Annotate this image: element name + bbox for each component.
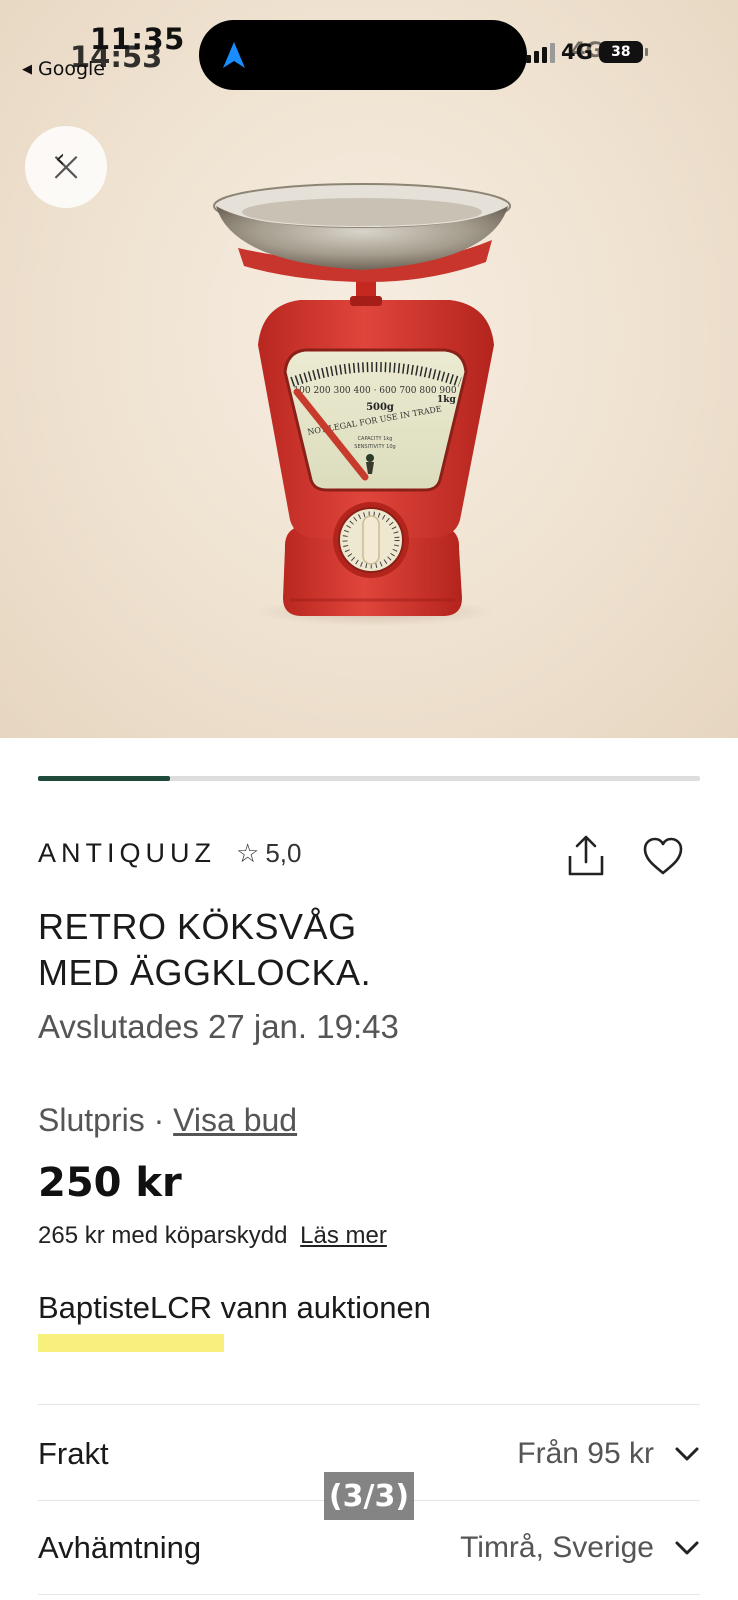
back-chevron-icon: ‹ (55, 144, 66, 174)
heart-icon[interactable] (642, 836, 684, 876)
star-icon: ☆ (236, 838, 260, 868)
page-counter: (3/3) (324, 1472, 414, 1520)
final-price-label: Slutpris (38, 1102, 145, 1138)
auction-ended-text: Avslutades 27 jan. 19:43 (38, 1008, 399, 1045)
product-image[interactable]: 100 200 300 400 · 600 700 800 900 500g 1… (0, 0, 738, 738)
read-more-link[interactable]: Läs mer (300, 1222, 387, 1249)
pickup-row[interactable]: Avhämtning Timrå, Sverige (38, 1522, 700, 1574)
final-price-label-row: Slutpris · Visa bud (38, 1102, 297, 1139)
auction-winner-text: BaptisteLCR vann auktionen (38, 1290, 431, 1325)
product-title: RETRO KÖKSVÅG MED ÄGGKLOCKA. (38, 904, 678, 996)
seller-name[interactable]: ANTIQUUZ (38, 838, 216, 869)
close-icon: × (47, 141, 85, 192)
network-label: 4G 4G (561, 38, 603, 64)
divider (38, 1404, 700, 1405)
product-title-line-2: MED ÄGGKLOCKA. (38, 952, 372, 993)
shipping-value: Från 95 kr (517, 1437, 654, 1470)
back-app-label: Google (38, 58, 106, 80)
pickup-label: Avhämtning (38, 1530, 202, 1565)
kitchen-scale-photo: 100 200 300 400 · 600 700 800 900 500g 1… (213, 183, 511, 626)
final-price: 250 kr (38, 1160, 182, 1206)
show-bids-link[interactable]: Visa bud (173, 1102, 297, 1138)
signal-icon (526, 41, 555, 63)
dynamic-island (199, 20, 527, 90)
battery-icon: 38 (598, 41, 648, 63)
shipping-label: Frakt (38, 1436, 109, 1471)
winner-highlight (38, 1334, 224, 1352)
chevron-down-icon (675, 1541, 699, 1555)
close-button[interactable]: ‹ × (25, 126, 107, 208)
svg-text:100 200 300 400 · 600 700 800: 100 200 300 400 · 600 700 800 900 (293, 386, 456, 396)
seller-row: ANTIQUUZ ☆ 5,0 (38, 838, 301, 869)
svg-text:SENSITIVITY 10g: SENSITIVITY 10g (354, 444, 395, 450)
gallery-progress (38, 776, 700, 781)
seller-rating: ☆ 5,0 (236, 838, 301, 869)
status-indicators: 4G 4G 38 (526, 38, 648, 64)
separator-dot: · (153, 1102, 165, 1138)
battery-level: 38 (611, 44, 631, 60)
gallery-progress-fill (38, 776, 171, 781)
back-triangle-icon: ◀ (22, 61, 32, 77)
product-title-line-1: RETRO KÖKSVÅG (38, 906, 357, 947)
pickup-value: Timrå, Sverige (460, 1531, 654, 1564)
buyer-protection-row: 265 kr med köparskydd Läs mer (38, 1222, 387, 1250)
svg-text:CAPACITY 1kg: CAPACITY 1kg (358, 436, 393, 442)
buyer-protection-text: 265 kr med köparskydd (38, 1222, 288, 1249)
rating-value: 5,0 (265, 838, 302, 868)
chevron-down-icon (675, 1447, 699, 1461)
back-to-app-link[interactable]: ◀ Google (22, 58, 105, 80)
svg-text:500g: 500g (366, 402, 394, 413)
divider (38, 1594, 700, 1595)
navigation-arrow-icon (223, 42, 245, 68)
share-icon[interactable] (566, 834, 606, 878)
